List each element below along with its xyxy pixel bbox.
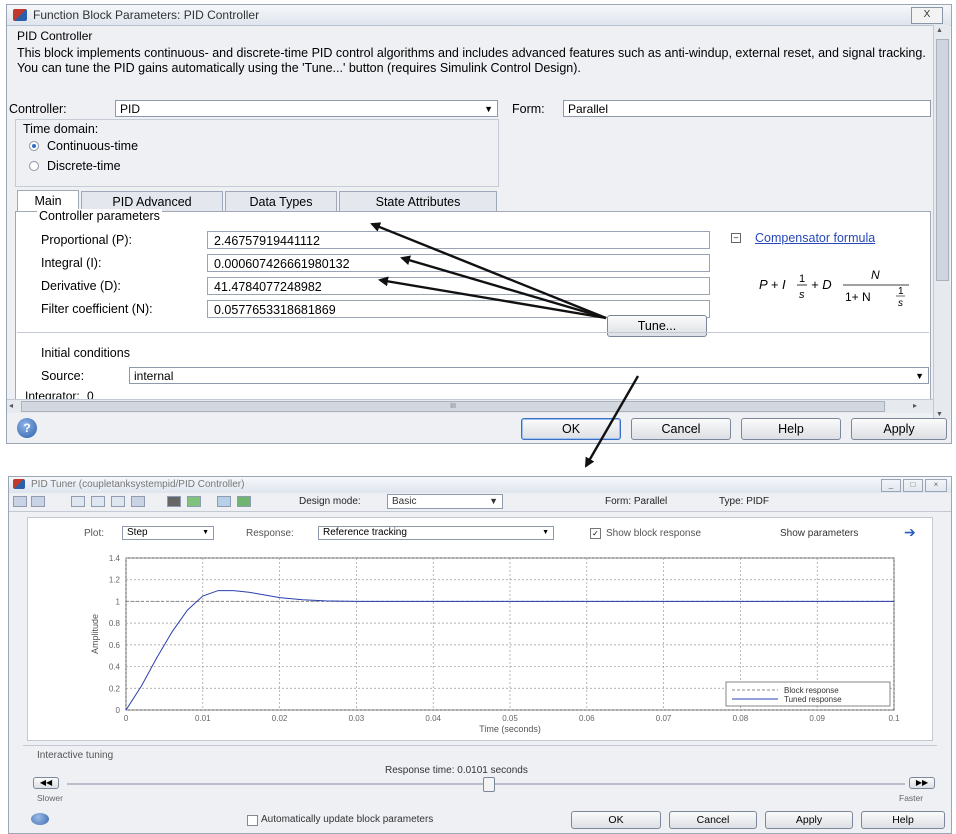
y-tick-label: 0 xyxy=(116,706,121,715)
pid-tuner-app-icon xyxy=(13,479,25,489)
x-tick-label: 0.07 xyxy=(656,714,672,723)
legend-entry: Block response xyxy=(784,686,839,695)
design-mode-select[interactable]: Basic ▼ xyxy=(387,494,503,509)
globe-icon[interactable] xyxy=(217,496,231,507)
chevron-down-icon: ▼ xyxy=(542,529,549,536)
x-tick-label: 0.04 xyxy=(425,714,441,723)
zoom-in-icon[interactable] xyxy=(71,496,85,507)
pid-tuner-window: PID Tuner (coupletanksystempid/PID Contr… xyxy=(8,476,952,834)
pan-icon[interactable] xyxy=(111,496,125,507)
help-icon[interactable] xyxy=(31,813,49,825)
minimize-icon[interactable]: _ xyxy=(881,479,901,492)
plot-value: Step xyxy=(127,527,148,538)
y-tick-label: 1.4 xyxy=(109,554,121,563)
response-time-text: Response time: 0.0101 seconds xyxy=(385,765,528,776)
show-parameters-link[interactable]: Show parameters xyxy=(780,528,858,539)
arrow-to-pid-tuner xyxy=(584,375,640,468)
x-tick-label: 0.01 xyxy=(195,714,211,723)
run-icon[interactable] xyxy=(237,496,251,507)
plot-label: Plot: xyxy=(84,528,105,539)
y-tick-label: 0.8 xyxy=(109,619,121,628)
step-response-chart: 0 0.01 0.02 0.03 0.04 0.05 0.06 0.07 0.08 0.09 0.1… xyxy=(90,554,900,734)
design-mode-label: Design mode: xyxy=(299,496,361,507)
arrow-right-icon[interactable]: ➔ xyxy=(904,524,916,541)
tuner-help-button[interactable]: Help xyxy=(861,811,945,829)
auto-update-label: Automatically update block parameters xyxy=(261,814,434,825)
show-block-response-checkbox[interactable]: ✓ xyxy=(590,528,601,539)
auto-update-checkbox[interactable] xyxy=(247,815,258,826)
chevron-down-icon: ▼ xyxy=(489,496,498,506)
save-icon[interactable] xyxy=(31,496,45,507)
dialog2-title: PID Tuner (coupletanksystempid/PID Contr… xyxy=(31,479,245,490)
response-select[interactable]: Reference tracking ▼ xyxy=(318,526,554,540)
slower-label: Slower xyxy=(37,793,63,803)
plot-select[interactable]: Step ▼ xyxy=(122,526,214,540)
tuner-ok-button[interactable]: OK xyxy=(571,811,661,829)
design-mode-value: Basic xyxy=(392,496,417,507)
tuner-cancel-button[interactable]: Cancel xyxy=(669,811,757,829)
x-tick-label: 0 xyxy=(124,714,129,723)
x-tick-label: 0.06 xyxy=(579,714,595,723)
tuner-apply-button[interactable]: Apply xyxy=(765,811,853,829)
legend-entry: Tuned response xyxy=(784,695,842,704)
x-tick-label: 0.09 xyxy=(809,714,825,723)
slower-step-button[interactable]: ◀◀ xyxy=(33,777,59,789)
y-tick-label: 0.4 xyxy=(109,663,121,672)
close-icon[interactable]: × xyxy=(925,479,947,492)
camera-icon[interactable] xyxy=(167,496,181,507)
plot-panel: Plot: Step ▼ Response: Reference trackin… xyxy=(27,517,933,741)
x-tick-label: 0.03 xyxy=(349,714,365,723)
zoom-out-icon[interactable] xyxy=(91,496,105,507)
tuning-divider xyxy=(23,745,937,746)
faster-step-button[interactable]: ▶▶ xyxy=(909,777,935,789)
y-axis-label: Amplitude xyxy=(90,614,100,654)
data-cursor-icon[interactable] xyxy=(131,496,145,507)
pid-tuner-toolbar: Design mode: Basic ▼ Form: Parallel Type… xyxy=(9,493,951,512)
x-tick-label: 0.1 xyxy=(888,714,900,723)
import-icon[interactable] xyxy=(187,496,201,507)
faster-label: Faster xyxy=(899,793,924,803)
form-text: Form: Parallel xyxy=(605,496,668,507)
chevron-down-icon: ▼ xyxy=(202,529,209,536)
x-axis-label: Time (seconds) xyxy=(479,724,541,734)
y-tick-label: 1.2 xyxy=(109,576,121,585)
arrow-to-proportional xyxy=(370,222,607,320)
y-tick-label: 0.2 xyxy=(109,684,121,693)
maximize-icon[interactable]: □ xyxy=(903,479,923,492)
y-tick-label: 1 xyxy=(116,597,121,606)
response-time-slider-thumb[interactable] xyxy=(483,777,495,792)
response-value: Reference tracking xyxy=(323,527,407,538)
dialog2-title-bar[interactable]: PID Tuner (coupletanksystempid/PID Contr… xyxy=(9,477,951,493)
x-tick-label: 0.02 xyxy=(272,714,288,723)
show-block-response-label: Show block response xyxy=(606,528,702,539)
y-tick-label: 0.6 xyxy=(109,641,121,650)
open-icon[interactable] xyxy=(13,496,27,507)
x-tick-label: 0.08 xyxy=(733,714,749,723)
interactive-tuning-label: Interactive tuning xyxy=(37,750,114,761)
x-tick-label: 0.05 xyxy=(502,714,518,723)
response-label: Response: xyxy=(246,528,294,539)
type-text: Type: PIDF xyxy=(719,496,770,507)
